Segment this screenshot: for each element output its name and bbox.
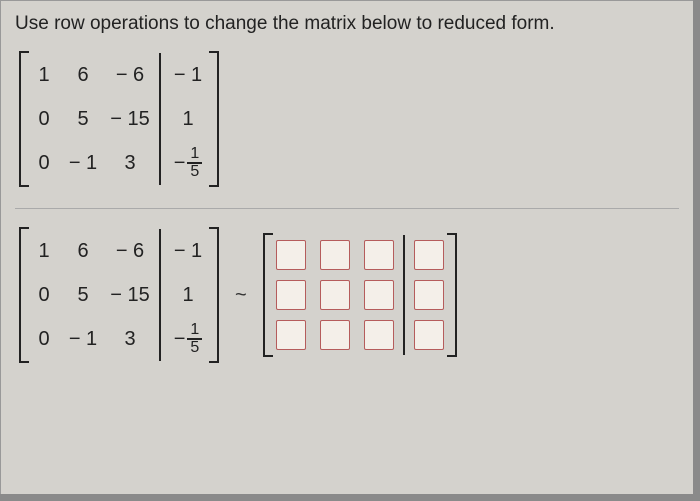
answer-r0c3[interactable] [414,240,444,270]
cell-r0c3: − 1 [163,53,213,97]
answer-r2c1[interactable] [320,320,350,350]
cell-r2c3: −15 [163,317,213,361]
divider [15,208,679,209]
left-bracket [15,45,25,193]
cell-r1c3: 1 [163,273,213,317]
right-bracket [213,221,223,369]
left-bracket [15,221,25,369]
answer-r0c1[interactable] [320,240,350,270]
cell-r2c2: 3 [103,317,157,361]
answer-r2c3[interactable] [414,320,444,350]
answer-r0c0[interactable] [276,240,306,270]
cell-r1c0: 0 [25,273,63,317]
cell-r1c1: 5 [63,97,103,141]
source-matrix: 1 0 0 6 5 − 1 − 6 − 15 3 [15,221,223,369]
cell-r1c2: − 15 [103,97,157,141]
cell-r0c0: 1 [25,53,63,97]
cell-r2c0: 0 [25,141,63,185]
cell-r2c3: −15 [163,141,213,185]
row-equivalent-symbol: ~ [235,284,247,307]
cell-r1c1: 5 [63,273,103,317]
cell-r1c0: 0 [25,97,63,141]
cell-r1c2: − 15 [103,273,157,317]
cell-r1c3: 1 [163,97,213,141]
answer-r1c1[interactable] [320,280,350,310]
answer-r1c2[interactable] [364,280,394,310]
augment-bar [159,229,161,361]
answer-r0c2[interactable] [364,240,394,270]
given-matrix: 1 0 0 6 5 − 1 − 6 − 15 3 − 1 1 [15,45,223,193]
question-prompt: Use row operations to change the matrix … [1,1,693,45]
cell-r0c1: 6 [63,229,103,273]
cell-r0c2: − 6 [103,229,157,273]
answer-r1c0[interactable] [276,280,306,310]
cell-r2c1: − 1 [63,141,103,185]
cell-r2c2: 3 [103,141,157,185]
cell-r2c1: − 1 [63,317,103,361]
cell-r0c1: 6 [63,53,103,97]
left-bracket [259,227,269,363]
cell-r0c2: − 6 [103,53,157,97]
cell-r2c0: 0 [25,317,63,361]
cell-r0c0: 1 [25,229,63,273]
right-bracket [451,227,461,363]
augment-bar [159,53,161,185]
answer-matrix [259,227,461,363]
answer-r2c0[interactable] [276,320,306,350]
augment-bar [403,235,405,355]
answer-r1c3[interactable] [414,280,444,310]
right-bracket [213,45,223,193]
answer-r2c2[interactable] [364,320,394,350]
cell-r0c3: − 1 [163,229,213,273]
